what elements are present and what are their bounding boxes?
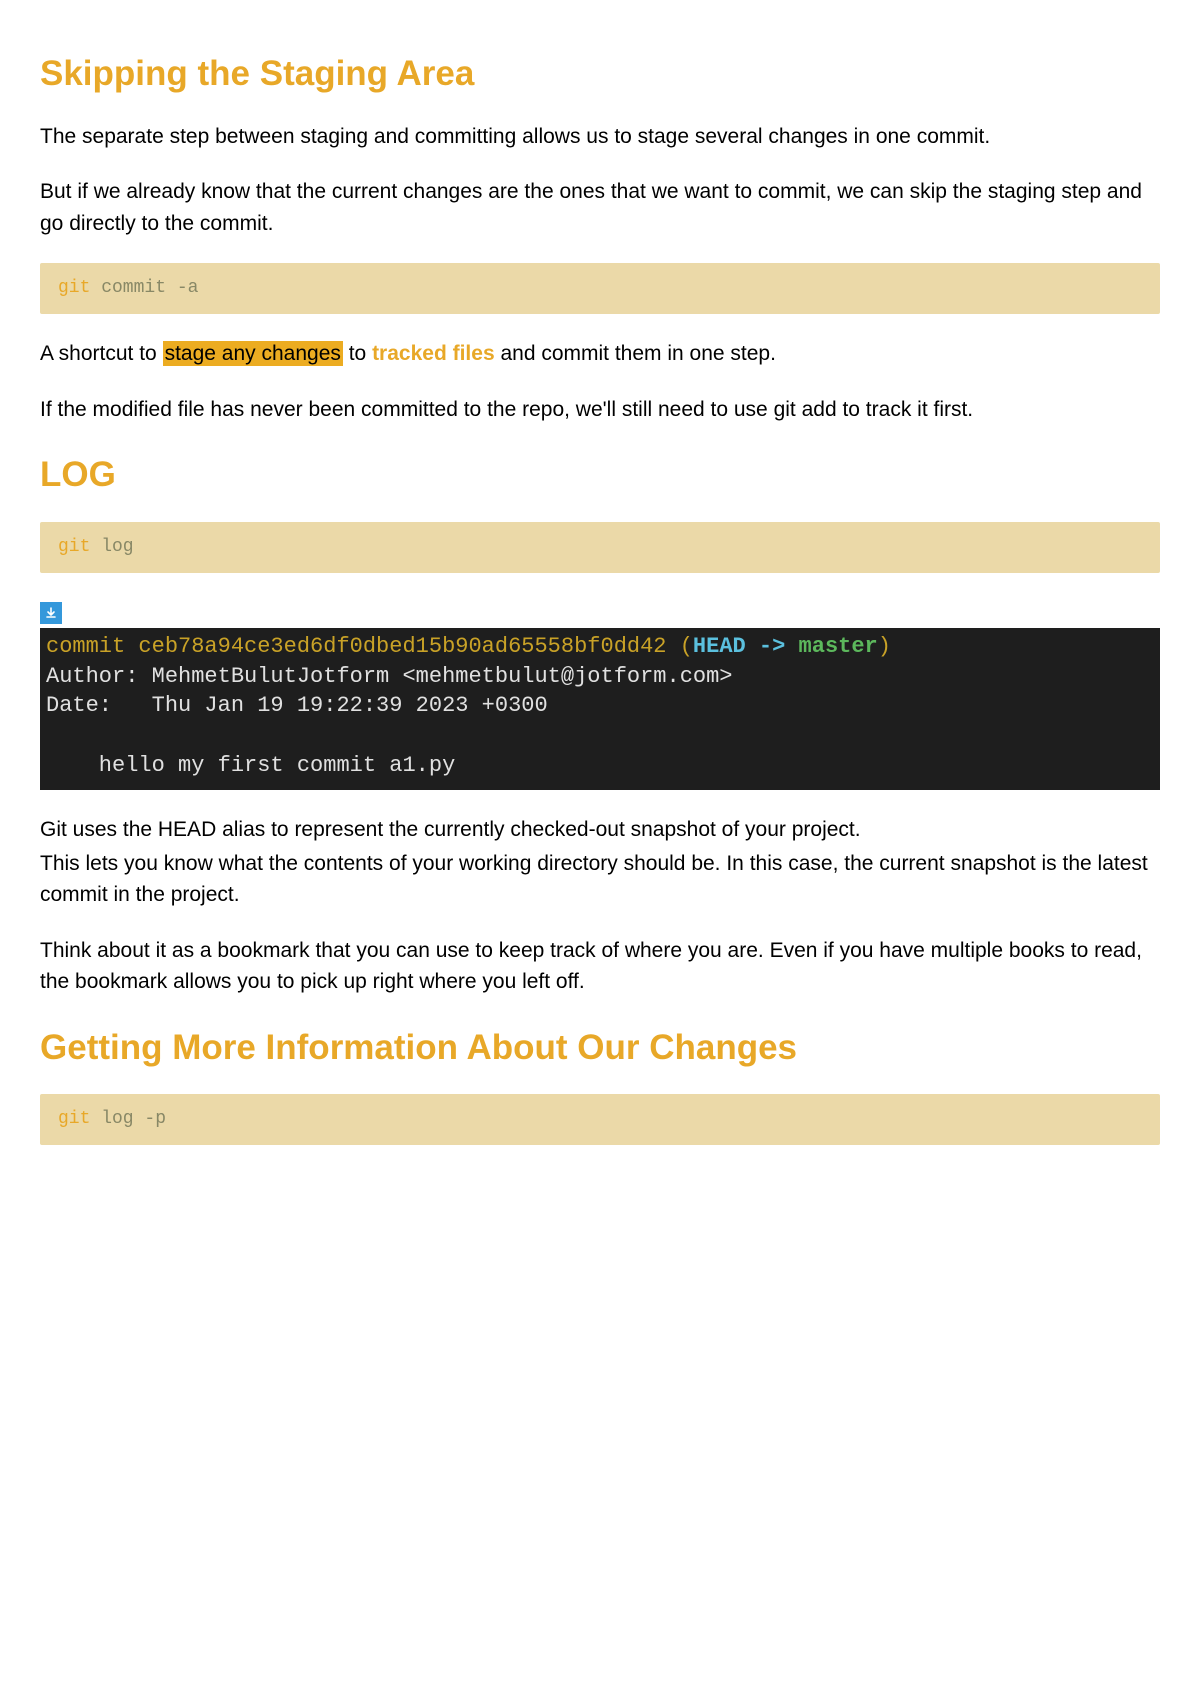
paragraph: Think about it as a bookmark that you ca… bbox=[40, 935, 1160, 998]
text: and commit them in one step. bbox=[495, 342, 776, 365]
code-text: log bbox=[90, 537, 133, 557]
paragraph: The separate step between staging and co… bbox=[40, 121, 1160, 153]
paragraph: A shortcut to stage any changes to track… bbox=[40, 338, 1160, 370]
code-keyword: git bbox=[58, 278, 90, 298]
text: to bbox=[343, 342, 372, 365]
code-block-git-log: git log bbox=[40, 522, 1160, 573]
paragraph: If the modified file has never been comm… bbox=[40, 394, 1160, 426]
terminal-branch: master bbox=[799, 634, 878, 659]
terminal-line-date: Date: Thu Jan 19 19:22:39 2023 +0300 bbox=[46, 693, 548, 718]
terminal-paren: ) bbox=[878, 634, 891, 659]
code-keyword: git bbox=[58, 537, 90, 557]
code-block-git-commit-a: git commit -a bbox=[40, 263, 1160, 314]
code-block-git-log-p: git log -p bbox=[40, 1094, 1160, 1145]
terminal-line-message: hello my first commit a1.py bbox=[46, 753, 455, 778]
text: A shortcut to bbox=[40, 342, 163, 365]
bold-text: tracked files bbox=[372, 342, 495, 365]
download-icon[interactable] bbox=[40, 602, 62, 624]
terminal-head-ref: HEAD -> bbox=[693, 634, 799, 659]
heading-log: LOG bbox=[40, 449, 1160, 502]
paragraph: Git uses the HEAD alias to represent the… bbox=[40, 814, 1160, 846]
terminal-line-author: Author: MehmetBulutJotform <mehmetbulut@… bbox=[46, 664, 733, 689]
highlighted-text: stage any changes bbox=[163, 341, 343, 366]
paragraph: This lets you know what the contents of … bbox=[40, 848, 1160, 911]
code-keyword: git bbox=[58, 1109, 90, 1129]
paragraph: But if we already know that the current … bbox=[40, 176, 1160, 239]
code-text: log -p bbox=[90, 1109, 166, 1129]
terminal-paren: ( bbox=[667, 634, 693, 659]
terminal-output: commit ceb78a94ce3ed6df0dbed15b90ad65558… bbox=[40, 628, 1160, 790]
terminal-line-commit: commit ceb78a94ce3ed6df0dbed15b90ad65558… bbox=[46, 634, 667, 659]
terminal-output-wrapper: commit ceb78a94ce3ed6df0dbed15b90ad65558… bbox=[40, 597, 1160, 791]
code-text: commit -a bbox=[90, 278, 198, 298]
heading-skipping-staging: Skipping the Staging Area bbox=[40, 48, 1160, 101]
heading-more-info: Getting More Information About Our Chang… bbox=[40, 1022, 1160, 1075]
